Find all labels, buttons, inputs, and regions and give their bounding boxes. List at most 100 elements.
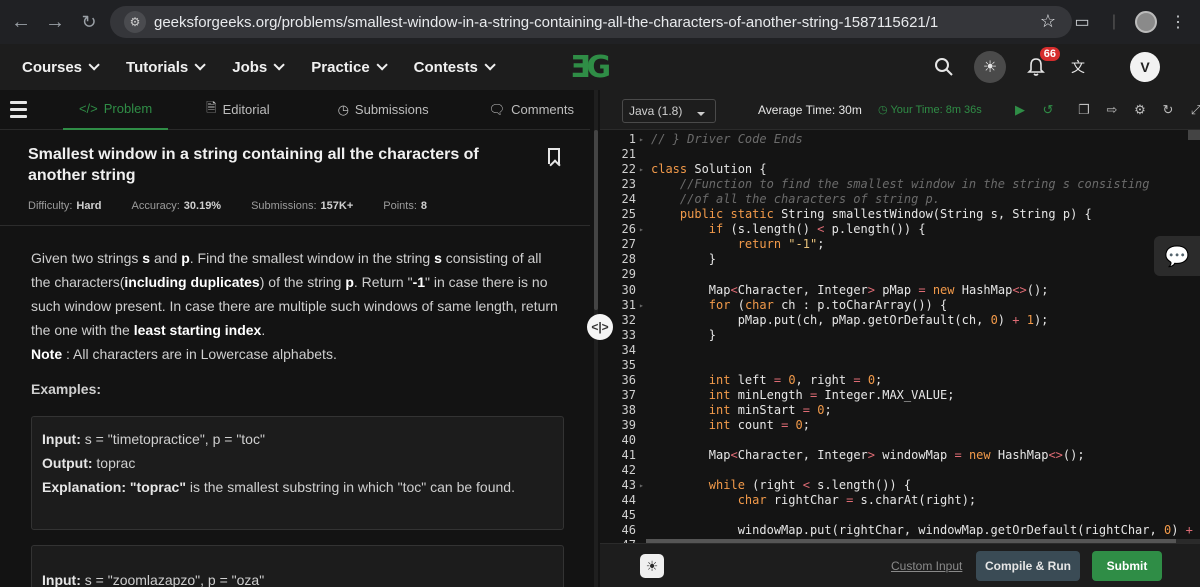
bookmark-icon[interactable] xyxy=(548,148,560,164)
bookmark-star-icon[interactable]: ☆ xyxy=(1040,11,1056,32)
code-line[interactable]: 38 int minStart = 0; xyxy=(600,403,1200,418)
notification-badge: 66 xyxy=(1039,47,1060,61)
code-text: class Solution { xyxy=(651,162,767,177)
import-icon[interactable]: ⇨ xyxy=(1100,98,1124,122)
panel-resize-handle[interactable]: <|> xyxy=(587,314,613,340)
menu-jobs[interactable]: Jobs xyxy=(232,59,286,76)
code-line[interactable]: 35 xyxy=(600,358,1200,373)
extensions-icon[interactable]: ▭ xyxy=(1066,6,1098,38)
browser-toolbar: ← → ↻ ⚙ geeksforgeeks.org/problems/small… xyxy=(0,0,1200,44)
code-line[interactable]: 37 int minLength = Integer.MAX_VALUE; xyxy=(600,388,1200,403)
custom-input-link[interactable]: Custom Input xyxy=(891,559,962,573)
code-line[interactable]: 22 ▸ class Solution { xyxy=(600,162,1200,177)
menu-courses[interactable]: Courses xyxy=(22,59,100,76)
line-number: 34 xyxy=(621,342,636,357)
menu-practice[interactable]: Practice xyxy=(311,59,388,76)
fold-arrow-icon[interactable]: ▸ xyxy=(639,222,644,237)
menu-contests[interactable]: Contests xyxy=(414,59,496,76)
code-line[interactable]: 29 xyxy=(600,267,1200,282)
notification-bell-icon[interactable]: 66 xyxy=(1018,47,1060,85)
forward-icon[interactable]: → xyxy=(38,5,72,39)
theme-toggle-icon[interactable]: ☀ xyxy=(974,51,1006,83)
tab-label: Submissions xyxy=(354,102,429,117)
code-line[interactable]: 40 xyxy=(600,433,1200,448)
play-timer-icon[interactable]: ▶ xyxy=(1008,98,1032,122)
code-line[interactable]: 39 int count = 0; xyxy=(600,418,1200,433)
example-input: Input: s = "zoomlazapzo", p = "oza" xyxy=(42,568,553,587)
tab-comments[interactable]: 🗨 Comments xyxy=(473,90,590,130)
accuracy-label: Accuracy: xyxy=(131,200,180,212)
code-line[interactable]: 28 } xyxy=(600,252,1200,267)
tab-label: Comments xyxy=(511,102,574,117)
code-text: // } Driver Code Ends xyxy=(651,132,803,146)
chat-icon[interactable]: 💬 xyxy=(1154,236,1200,276)
search-icon[interactable] xyxy=(926,49,962,85)
fold-arrow-icon[interactable]: ▸ xyxy=(639,132,644,147)
fold-arrow-icon[interactable]: ▸ xyxy=(639,162,644,177)
code-text: pMap.put(ch, pMap.getOrDefault(ch, 0) + … xyxy=(651,312,1049,327)
clock-icon: ◷ xyxy=(337,101,349,117)
address-bar[interactable]: ⚙ geeksforgeeks.org/problems/smallest-wi… xyxy=(110,6,1072,38)
copy-icon[interactable]: ❐ xyxy=(1072,98,1096,122)
line-number: 43 xyxy=(621,478,636,493)
user-avatar[interactable]: V xyxy=(1130,52,1160,82)
code-line[interactable]: 36 int left = 0, right = 0; xyxy=(600,373,1200,388)
code-vertical-scrollbar[interactable] xyxy=(1188,130,1200,140)
tab-editorial[interactable]: 🗎 Editorial xyxy=(190,90,285,130)
tab-submissions[interactable]: ◷ Submissions xyxy=(322,90,445,130)
code-text: public static String smallestWindow(Stri… xyxy=(679,207,1092,222)
code-line[interactable]: 24 //of all the characters of string p. xyxy=(600,192,1200,207)
language-select[interactable]: Java (1.8) xyxy=(622,99,716,123)
code-line[interactable]: 26 ▸ if (s.length() < p.length()) { xyxy=(600,222,1200,237)
code-line[interactable]: 31 ▸ for (char ch : p.toCharArray()) { xyxy=(600,298,1200,313)
code-line[interactable]: 21 xyxy=(600,147,1200,162)
profile-icon[interactable] xyxy=(1130,6,1162,38)
line-number: 29 xyxy=(621,267,636,282)
hamburger-menu-icon[interactable] xyxy=(10,97,27,122)
code-line[interactable]: 41 Map<Character, Integer> windowMap = n… xyxy=(600,448,1200,463)
gfg-logo[interactable]: ƎG xyxy=(570,50,611,85)
code-line[interactable]: 32 pMap.put(ch, pMap.getOrDefault(ch, 0)… xyxy=(600,313,1200,328)
lightbulb-icon[interactable]: ☀ xyxy=(640,554,664,578)
reload-icon[interactable]: ↻ xyxy=(72,5,106,39)
fold-arrow-icon[interactable]: ▸ xyxy=(639,298,644,313)
code-text: int left = 0, right = 0; xyxy=(708,372,883,387)
code-line[interactable]: 46 windowMap.put(rightChar, windowMap.ge… xyxy=(600,523,1200,538)
menu-tutorials[interactable]: Tutorials xyxy=(126,58,207,76)
explanation-quote: "toprac" xyxy=(126,479,186,495)
desc-text: . Return " xyxy=(353,274,413,290)
refresh-icon[interactable]: ↻ xyxy=(1156,98,1180,122)
main-menu: Courses Tutorials Jobs Practice Contests xyxy=(22,59,522,76)
code-line[interactable]: 42 xyxy=(600,463,1200,478)
example-2: Input: s = "zoomlazapzo", p = "oza" xyxy=(31,545,564,587)
line-number: 24 xyxy=(621,192,636,207)
settings-icon[interactable]: ⚙ xyxy=(1128,98,1152,122)
back-icon[interactable]: ← xyxy=(4,5,38,39)
desc-bold: p xyxy=(181,250,190,266)
code-line[interactable]: 25 public static String smallestWindow(S… xyxy=(600,207,1200,222)
more-menu-icon[interactable]: ⋮ xyxy=(1162,6,1194,38)
submit-button[interactable]: Submit xyxy=(1092,551,1162,581)
site-info-icon[interactable]: ⚙ xyxy=(124,11,146,33)
code-line[interactable]: 23 //Function to find the smallest windo… xyxy=(600,177,1200,192)
code-line[interactable]: 27 return "-1"; xyxy=(600,237,1200,252)
menu-label: Tutorials xyxy=(126,58,189,76)
code-line[interactable]: 34 xyxy=(600,343,1200,358)
code-line[interactable]: 1 ▸ // } Driver Code Ends xyxy=(600,132,1200,147)
compile-run-button[interactable]: Compile & Run xyxy=(976,551,1080,581)
code-line[interactable]: 33 } xyxy=(600,328,1200,343)
code-editor[interactable]: 1 ▸// } Driver Code Ends 21 22 ▸ class Soluti… xyxy=(600,130,1200,543)
tab-problem[interactable]: </> Problem xyxy=(62,90,169,130)
chevron-down-icon xyxy=(194,59,207,71)
translate-icon[interactable]: 文 xyxy=(1060,49,1096,85)
reset-timer-icon[interactable]: ↺ xyxy=(1036,98,1060,122)
code-text: } xyxy=(651,252,717,267)
code-icon: </> xyxy=(78,101,98,116)
code-line[interactable]: 43 ▸ while (right < s.length()) { xyxy=(600,478,1200,493)
fold-arrow-icon[interactable]: ▸ xyxy=(639,478,644,493)
code-text: windowMap.put(rightChar, windowMap.getOr… xyxy=(651,523,1193,538)
fullscreen-icon[interactable]: ⤢ xyxy=(1184,98,1200,122)
code-line[interactable]: 44 char rightChar = s.charAt(right); xyxy=(600,493,1200,508)
code-line[interactable]: 45 xyxy=(600,508,1200,523)
code-line[interactable]: 30 Map<Character, Integer> pMap = new Ha… xyxy=(600,283,1200,298)
